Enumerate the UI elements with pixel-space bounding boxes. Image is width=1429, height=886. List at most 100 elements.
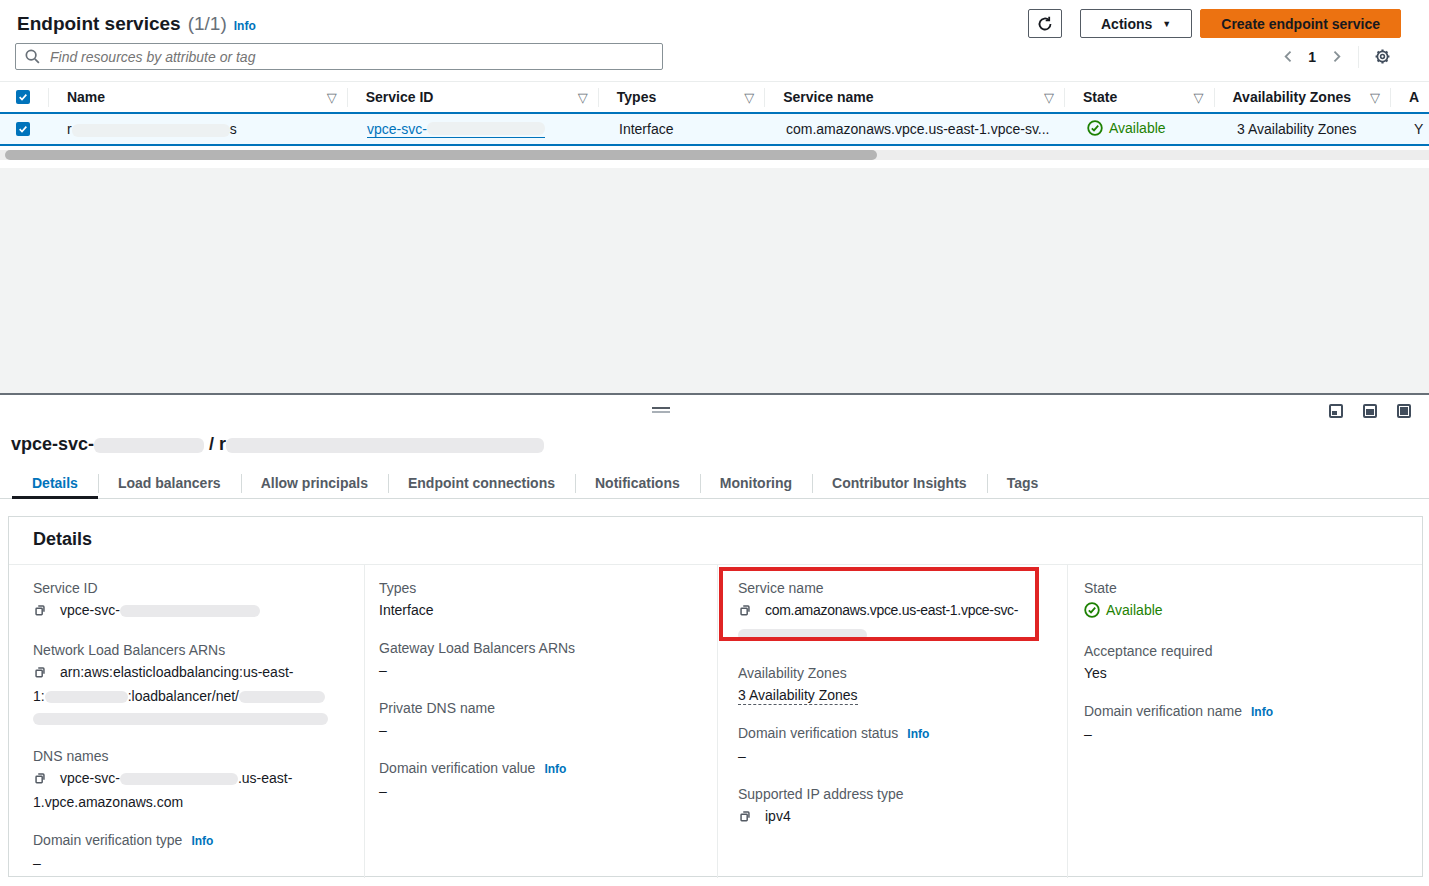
column-label: State bbox=[1083, 89, 1117, 105]
redacted-text bbox=[226, 438, 544, 453]
filter-icon[interactable]: ▽ bbox=[1194, 90, 1204, 105]
redacted-text bbox=[72, 124, 230, 137]
field-availability-zones: Availability Zones 3 Availability Zones bbox=[738, 663, 1047, 706]
title-group: Endpoint services (1/1) Info bbox=[17, 13, 256, 35]
divider bbox=[1358, 46, 1359, 68]
field-service-name: Service name com.amazonaws.vpce.us-east-… bbox=[738, 578, 1047, 645]
tab-details[interactable]: Details bbox=[12, 468, 98, 498]
availability-zones-link[interactable]: 3 Availability Zones bbox=[1237, 121, 1357, 137]
redacted-text bbox=[120, 773, 238, 785]
column-label: Types bbox=[617, 89, 656, 105]
column-header-service-id[interactable]: Service ID▽ bbox=[347, 82, 598, 112]
redacted-text bbox=[239, 691, 325, 703]
tab-endpoint-connections[interactable]: Endpoint connections bbox=[388, 468, 575, 498]
preferences-gear-icon[interactable] bbox=[1369, 44, 1395, 70]
copy-icon[interactable] bbox=[33, 601, 47, 623]
tab-contributor-insights[interactable]: Contributor Insights bbox=[812, 468, 987, 498]
caret-down-icon: ▼ bbox=[1162, 19, 1171, 29]
cell-name: rs bbox=[48, 121, 348, 137]
panel-position-full-icon[interactable] bbox=[1397, 404, 1411, 418]
details-card: Details Service ID vpce-svc- Network Loa… bbox=[8, 516, 1423, 877]
field-value: Yes bbox=[1084, 662, 1402, 684]
table-header-bar: Endpoint services (1/1) Info Actions ▼ C… bbox=[17, 9, 1401, 38]
panel-position-half-icon[interactable] bbox=[1363, 404, 1377, 418]
current-page-number[interactable]: 1 bbox=[1300, 49, 1324, 65]
tab-allow-principals[interactable]: Allow principals bbox=[241, 468, 388, 498]
filter-icon[interactable]: ▽ bbox=[744, 90, 754, 105]
copy-icon[interactable] bbox=[738, 601, 752, 623]
filter-icon[interactable]: ▽ bbox=[1044, 90, 1054, 105]
search-input[interactable] bbox=[15, 43, 663, 70]
field-label: Network Load Balancers ARNs bbox=[33, 640, 344, 660]
field-label: Gateway Load Balancers ARNs bbox=[379, 638, 697, 658]
previous-page-button[interactable] bbox=[1276, 45, 1300, 69]
checkbox-checked-icon bbox=[16, 122, 30, 136]
tab-load-balancers[interactable]: Load balancers bbox=[98, 468, 241, 498]
redacted-text bbox=[94, 438, 204, 453]
details-column-2: Types Interface Gateway Load Balancers A… bbox=[364, 565, 717, 886]
tab-tags[interactable]: Tags bbox=[987, 468, 1059, 498]
column-header-types[interactable]: Types ▽ bbox=[598, 82, 764, 112]
row-checkbox[interactable] bbox=[0, 122, 48, 136]
field-domain-verification-value: Domain verification valueInfo – bbox=[379, 758, 697, 802]
field-types: Types Interface bbox=[379, 578, 697, 621]
field-service-id: Service ID vpce-svc- bbox=[33, 578, 344, 623]
column-header-service-name[interactable]: Service name▽ bbox=[764, 82, 1064, 112]
field-label: Domain verification valueInfo bbox=[379, 758, 697, 779]
field-value: com.amazonaws.vpce.us-east-1.vpce-svc- bbox=[738, 599, 1047, 645]
info-link[interactable]: Info bbox=[234, 19, 256, 33]
field-value: – bbox=[738, 745, 1047, 767]
availability-zones-link[interactable]: 3 Availability Zones bbox=[738, 687, 858, 705]
info-link[interactable]: Info bbox=[1251, 705, 1273, 719]
tab-monitoring[interactable]: Monitoring bbox=[700, 468, 812, 498]
filter-icon[interactable]: ▽ bbox=[1370, 90, 1380, 105]
copy-icon[interactable] bbox=[33, 769, 47, 791]
filter-icon[interactable]: ▽ bbox=[327, 90, 337, 105]
details-column-4: State Available Acceptance required Yes … bbox=[1067, 565, 1422, 886]
status-text: Available bbox=[1106, 599, 1163, 621]
tabs: Details Load balancers Allow principals … bbox=[0, 468, 1429, 499]
field-domain-verification-name: Domain verification nameInfo – bbox=[1084, 701, 1402, 745]
actions-button[interactable]: Actions ▼ bbox=[1080, 9, 1192, 38]
field-label: Service name bbox=[738, 578, 1047, 598]
copy-icon[interactable] bbox=[33, 663, 47, 685]
column-header-availability-zones[interactable]: Availability Zones▽ bbox=[1214, 82, 1390, 112]
resize-handle-icon[interactable] bbox=[652, 407, 670, 413]
select-all-checkbox[interactable] bbox=[0, 82, 48, 112]
column-header-partial[interactable]: A bbox=[1390, 82, 1429, 112]
table-row[interactable]: rs vpce-svc- Interface com.amazonaws.vpc… bbox=[0, 112, 1429, 146]
refresh-button[interactable] bbox=[1028, 9, 1062, 38]
info-link[interactable]: Info bbox=[191, 834, 213, 848]
field-value: – bbox=[1084, 723, 1402, 745]
service-id-link[interactable]: vpce-svc- bbox=[367, 121, 545, 138]
field-value: – bbox=[33, 852, 344, 874]
panel-position-bottom-icon[interactable] bbox=[1329, 404, 1343, 418]
checkbox-checked-icon bbox=[16, 90, 30, 104]
info-link[interactable]: Info bbox=[907, 727, 929, 741]
copy-icon[interactable] bbox=[738, 807, 752, 829]
field-label: Domain verification statusInfo bbox=[738, 723, 1047, 744]
filter-icon[interactable]: ▽ bbox=[578, 90, 588, 105]
redacted-text bbox=[120, 605, 260, 617]
redacted-text bbox=[427, 122, 545, 135]
actions-group: Actions ▼ Create endpoint service bbox=[1028, 9, 1401, 38]
field-value: ipv4 bbox=[738, 805, 1047, 829]
cell-service-id: vpce-svc- bbox=[348, 121, 600, 138]
create-endpoint-service-button[interactable]: Create endpoint service bbox=[1200, 9, 1401, 38]
tab-notifications[interactable]: Notifications bbox=[575, 468, 700, 498]
field-value: 3 Availability Zones bbox=[738, 684, 1047, 706]
next-page-button[interactable] bbox=[1324, 45, 1348, 69]
field-value: – bbox=[379, 719, 697, 741]
refresh-icon bbox=[1037, 16, 1053, 32]
panel-layout-controls bbox=[1329, 404, 1411, 418]
column-header-state[interactable]: State ▽ bbox=[1064, 82, 1213, 112]
status-text: Available bbox=[1109, 120, 1166, 136]
cell-service-name: com.amazonaws.vpce.us-east-1.vpce-sv... bbox=[767, 121, 1068, 137]
column-label: Name bbox=[67, 89, 105, 105]
horizontal-scrollbar[interactable] bbox=[0, 150, 1429, 160]
scrollbar-thumb[interactable] bbox=[5, 150, 877, 160]
info-link[interactable]: Info bbox=[544, 762, 566, 776]
field-gwlb-arns: Gateway Load Balancers ARNs – bbox=[379, 638, 697, 681]
redacted-text bbox=[738, 629, 867, 641]
column-header-name[interactable]: Name ▽ bbox=[48, 82, 347, 112]
